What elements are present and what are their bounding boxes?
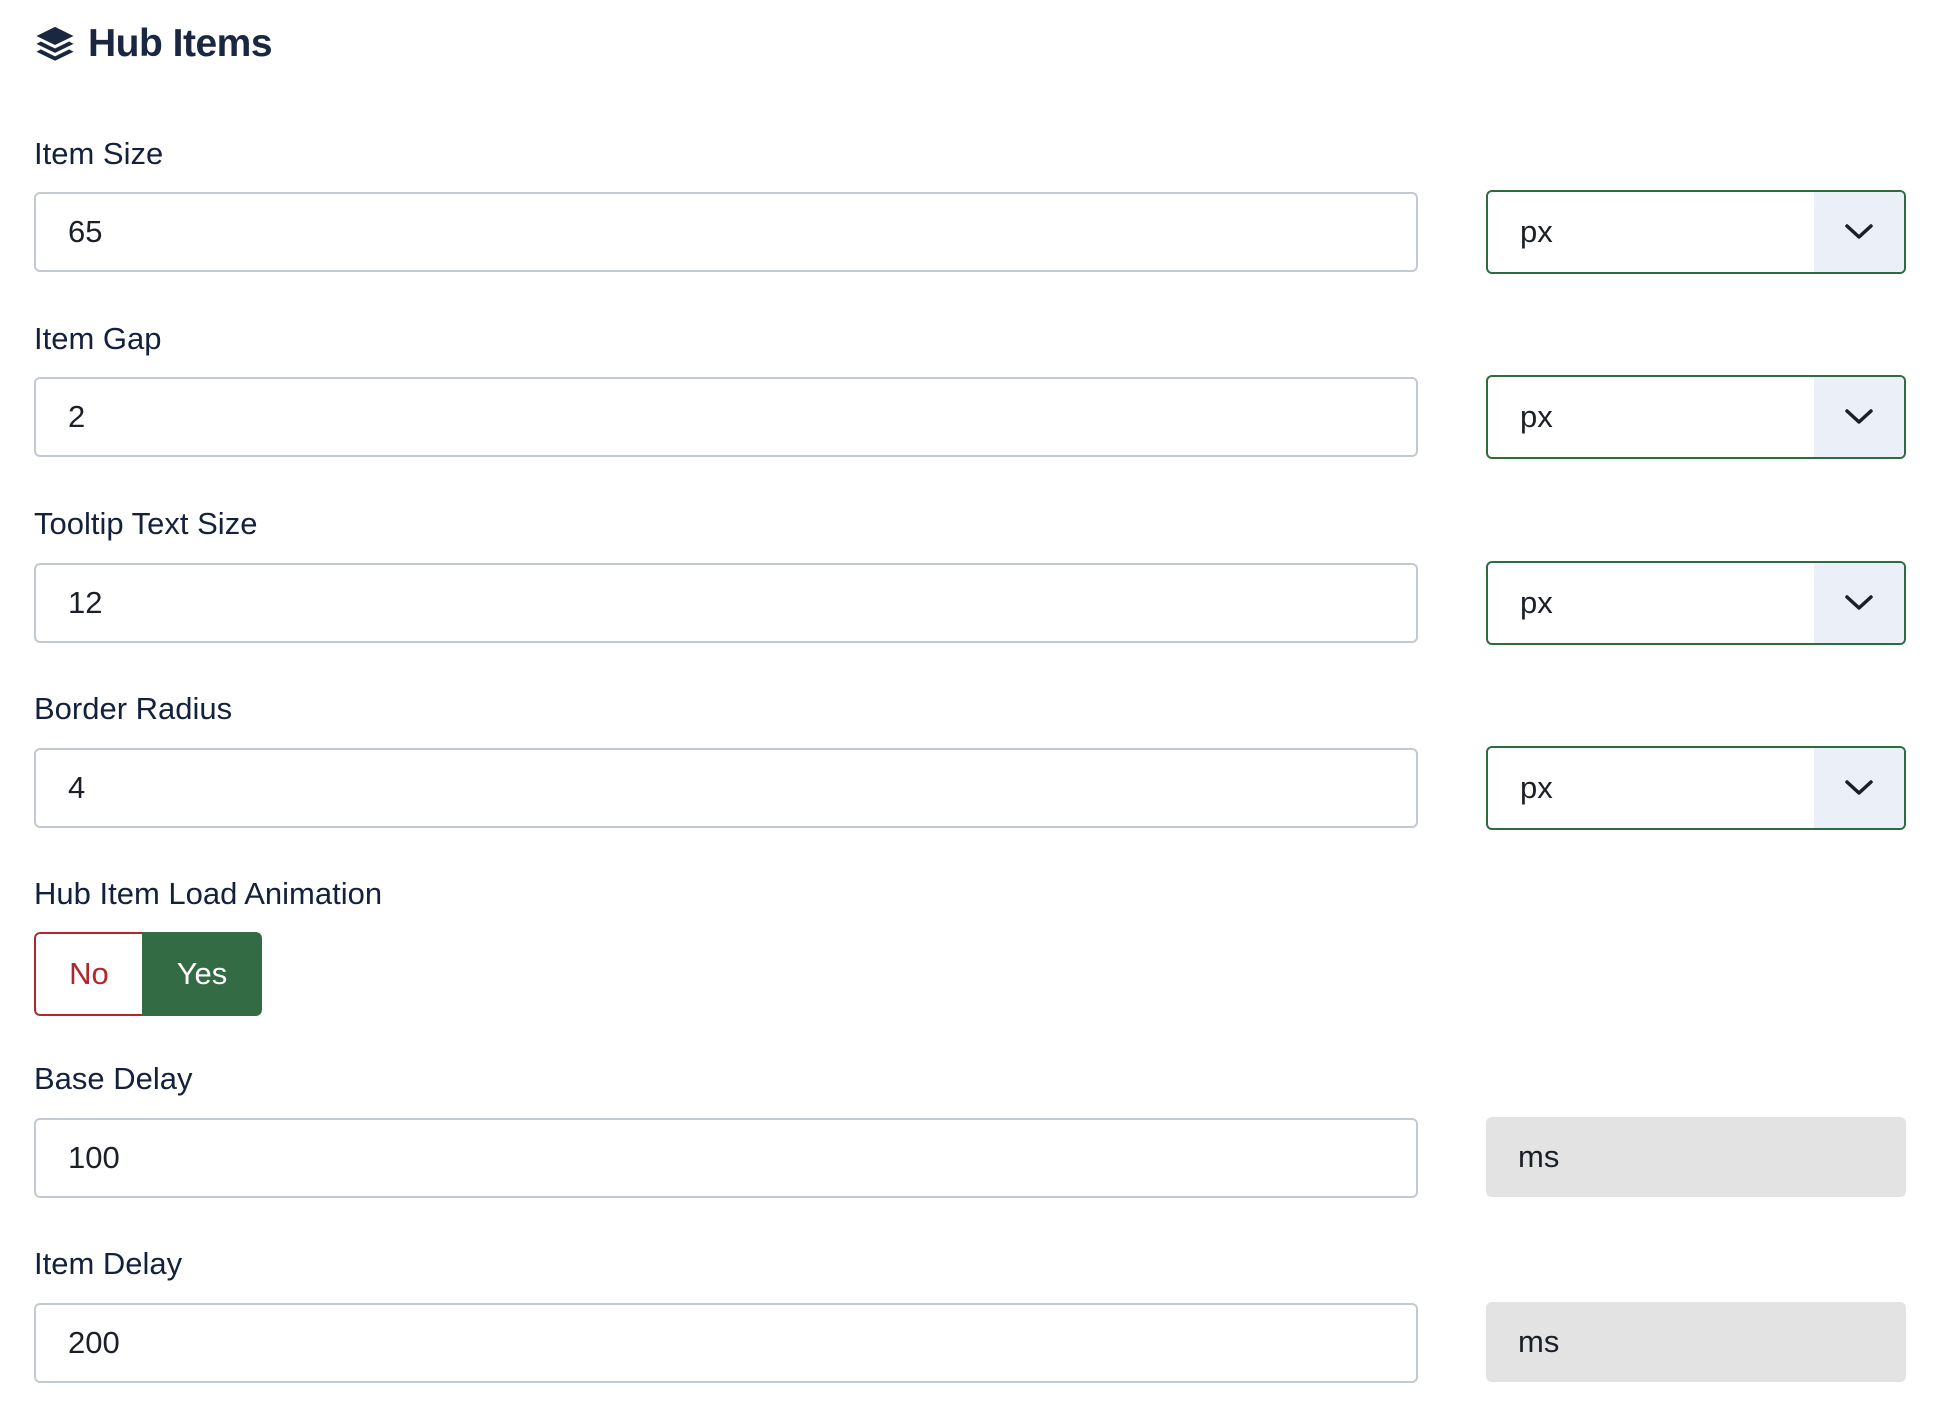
chevron-down-icon[interactable] (1814, 377, 1904, 457)
item-size-unit-select[interactable]: px (1486, 190, 1906, 274)
tooltip-text-size-unit-select[interactable]: px (1486, 561, 1906, 645)
item-delay-unit-addon: ms (1486, 1302, 1906, 1382)
border-radius-unit-value: px (1520, 770, 1553, 805)
item-gap-unit-value: px (1520, 399, 1553, 434)
section-heading: Hub Items (34, 14, 273, 74)
item-delay-label: Item Delay (34, 1246, 183, 1281)
item-size-input[interactable] (34, 192, 1418, 272)
chevron-down-icon[interactable] (1814, 563, 1904, 643)
tooltip-text-size-field: Tooltip Text Size px (34, 506, 1914, 656)
item-gap-input[interactable] (34, 377, 1418, 457)
tooltip-text-size-label: Tooltip Text Size (34, 506, 258, 541)
item-delay-field: Item Delay ms (34, 1246, 1914, 1396)
item-size-field: Item Size px (34, 136, 1914, 286)
border-radius-field: Border Radius px (34, 691, 1914, 841)
item-gap-unit-select[interactable]: px (1486, 375, 1906, 459)
border-radius-input[interactable] (34, 748, 1418, 828)
load-animation-field: Hub Item Load Animation No Yes (34, 876, 1914, 1026)
hub-items-panel: Hub Items Item Size px Item Gap px Toolt… (0, 0, 1940, 1404)
base-delay-unit-addon: ms (1486, 1117, 1906, 1197)
load-animation-toggle: No Yes (34, 932, 262, 1016)
section-title: Hub Items (88, 22, 273, 65)
chevron-down-icon[interactable] (1814, 192, 1904, 272)
toggle-yes-button[interactable]: Yes (142, 932, 262, 1016)
base-delay-label: Base Delay (34, 1061, 193, 1096)
layers-icon (34, 23, 76, 65)
item-size-label: Item Size (34, 136, 164, 171)
item-gap-label: Item Gap (34, 321, 162, 356)
tooltip-text-size-input[interactable] (34, 563, 1418, 643)
base-delay-input[interactable] (34, 1118, 1418, 1198)
item-delay-input[interactable] (34, 1303, 1418, 1383)
item-gap-field: Item Gap px (34, 321, 1914, 471)
item-size-unit-value: px (1520, 214, 1553, 249)
chevron-down-icon[interactable] (1814, 748, 1904, 828)
load-animation-label: Hub Item Load Animation (34, 876, 383, 911)
border-radius-unit-select[interactable]: px (1486, 746, 1906, 830)
tooltip-text-size-unit-value: px (1520, 585, 1553, 620)
toggle-no-button[interactable]: No (34, 932, 142, 1016)
base-delay-field: Base Delay ms (34, 1061, 1914, 1211)
border-radius-label: Border Radius (34, 691, 233, 726)
